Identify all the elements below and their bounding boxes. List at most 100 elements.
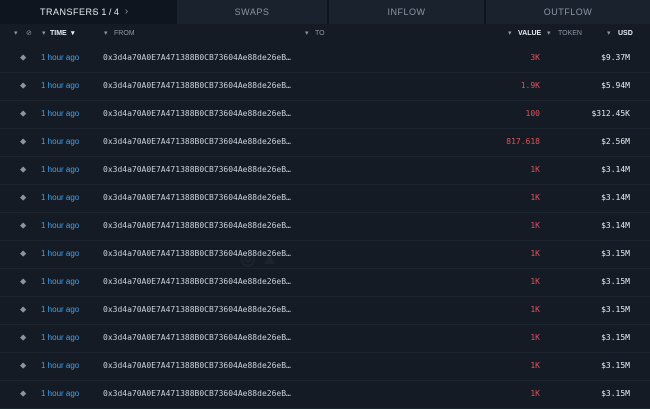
- chevron-left-icon[interactable]: ‹: [92, 0, 95, 24]
- table-row[interactable]: ⬥ 1 hour ago 0x3d4a70A0E7A471388B0CB73604A…: [0, 128, 650, 157]
- table-row[interactable]: ⬥ 1 hour ago 0x3d4a70A0E7A471388B0CB73604A…: [0, 100, 650, 129]
- sort-desc-icon[interactable]: ▾: [71, 24, 75, 43]
- usd-amount: $3.15M: [601, 361, 630, 370]
- table-row[interactable]: ⬥ 1 hour ago 0x3d4a70A0E7A471388B0CB73604A…: [0, 324, 650, 353]
- usd-amount: $2.56M: [601, 137, 630, 146]
- eth-diamond-icon: ⬥: [20, 221, 27, 231]
- value-amount: 1K: [530, 305, 540, 314]
- value-amount: 3K: [530, 53, 540, 62]
- value-amount: 1K: [530, 333, 540, 342]
- usd-amount: $312.45K: [591, 109, 630, 118]
- usd-amount: $3.15M: [601, 305, 630, 314]
- column-time[interactable]: TIME: [50, 24, 67, 43]
- table-row[interactable]: ⬥ 1 hour ago 0x3d4a70A0E7A471388B0CB73604A…: [0, 296, 650, 325]
- column-from[interactable]: FROM: [114, 24, 135, 43]
- from-address[interactable]: 0x3d4a70A0E7A471388B0CB73604Ae88de26eB…: [103, 268, 297, 296]
- usd-amount: $3.15M: [601, 389, 630, 398]
- table-header: ▾ ⊘ ▾ TIME ▾ ▾ FROM ▾ TO ▾ VALUE ▾ TOKEN…: [0, 24, 650, 43]
- usd-amount: $5.94M: [601, 81, 630, 90]
- eth-diamond-icon: ⬥: [20, 361, 27, 371]
- value-filter-icon[interactable]: ▾: [508, 24, 512, 43]
- from-address[interactable]: 0x3d4a70A0E7A471388B0CB73604Ae88de26eB…: [103, 380, 297, 408]
- eth-diamond-icon: ⬥: [20, 53, 27, 63]
- tab-bar: TRANSFERS ‹ 1 / 4 › SWAPS INFLOW OUTFLOW: [0, 0, 650, 24]
- eth-diamond-icon: ⬥: [20, 389, 27, 399]
- usd-amount: $3.15M: [601, 277, 630, 286]
- pagination: ‹ 1 / 4 ›: [92, 0, 128, 24]
- value-amount: 1K: [530, 389, 540, 398]
- table-row[interactable]: ⬥ 1 hour ago 0x3d4a70A0E7A471388B0CB73604A…: [0, 72, 650, 101]
- chevron-right-icon[interactable]: ›: [125, 0, 128, 24]
- eth-diamond-icon: ⬥: [20, 305, 27, 315]
- value-amount: 1K: [530, 277, 540, 286]
- from-address[interactable]: 0x3d4a70A0E7A471388B0CB73604Ae88de26eB…: [103, 212, 297, 240]
- table-row[interactable]: ⬥ 1 hour ago 0x3d4a70A0E7A471388B0CB73604A…: [0, 352, 650, 381]
- table-row[interactable]: ⬥ 1 hour ago 0x3d4a70A0E7A471388B0CB73604A…: [0, 240, 650, 269]
- eth-diamond-icon: ⬥: [20, 277, 27, 287]
- eth-diamond-icon: ⬥: [20, 81, 27, 91]
- filter-icon[interactable]: ▾: [14, 24, 18, 43]
- time-filter-icon[interactable]: ▾: [42, 24, 46, 43]
- from-address[interactable]: 0x3d4a70A0E7A471388B0CB73604Ae88de26eB…: [103, 100, 297, 128]
- token-filter-icon[interactable]: ▾: [547, 24, 551, 43]
- usd-amount: $3.14M: [601, 221, 630, 230]
- time-link[interactable]: 1 hour ago: [41, 100, 79, 128]
- time-link[interactable]: 1 hour ago: [41, 128, 79, 156]
- table-row[interactable]: ⬥ 1 hour ago 0x3d4a70A0E7A471388B0CB73604A…: [0, 156, 650, 185]
- tab-transfers[interactable]: TRANSFERS: [40, 0, 99, 24]
- watermark-logo: ◎ ▲: [240, 248, 279, 269]
- table-row[interactable]: ⬥ 1 hour ago 0x3d4a70A0E7A471388B0CB73604A…: [0, 184, 650, 213]
- time-link[interactable]: 1 hour ago: [41, 44, 79, 72]
- from-address[interactable]: 0x3d4a70A0E7A471388B0CB73604Ae88de26eB…: [103, 296, 297, 324]
- from-address[interactable]: 0x3d4a70A0E7A471388B0CB73604Ae88de26eB…: [103, 156, 297, 184]
- usd-amount: $3.15M: [601, 333, 630, 342]
- time-link[interactable]: 1 hour ago: [41, 72, 79, 100]
- column-to[interactable]: TO: [315, 24, 325, 43]
- table-row[interactable]: ⬥ 1 hour ago 0x3d4a70A0E7A471388B0CB73604A…: [0, 268, 650, 297]
- from-address[interactable]: 0x3d4a70A0E7A471388B0CB73604Ae88de26eB…: [103, 324, 297, 352]
- column-usd[interactable]: USD: [618, 24, 633, 43]
- time-link[interactable]: 1 hour ago: [41, 352, 79, 380]
- page-indicator: 1 / 4: [101, 7, 119, 17]
- usd-amount: $3.14M: [601, 165, 630, 174]
- tab-inflow[interactable]: INFLOW: [329, 0, 484, 24]
- time-link[interactable]: 1 hour ago: [41, 296, 79, 324]
- time-link[interactable]: 1 hour ago: [41, 184, 79, 212]
- time-link[interactable]: 1 hour ago: [41, 240, 79, 268]
- usd-amount: $3.15M: [601, 249, 630, 258]
- from-address[interactable]: 0x3d4a70A0E7A471388B0CB73604Ae88de26eB…: [103, 352, 297, 380]
- column-value[interactable]: VALUE: [518, 24, 541, 43]
- value-amount: 1K: [530, 249, 540, 258]
- time-link[interactable]: 1 hour ago: [41, 212, 79, 240]
- value-amount: 1K: [530, 165, 540, 174]
- column-token[interactable]: TOKEN: [558, 24, 582, 43]
- time-link[interactable]: 1 hour ago: [41, 156, 79, 184]
- eth-diamond-icon: ⬥: [20, 249, 27, 259]
- from-address[interactable]: 0x3d4a70A0E7A471388B0CB73604Ae88de26eB…: [103, 184, 297, 212]
- table-row[interactable]: ⬥ 1 hour ago 0x3d4a70A0E7A471388B0CB73604A…: [0, 380, 650, 409]
- from-address[interactable]: 0x3d4a70A0E7A471388B0CB73604Ae88de26eB…: [103, 128, 297, 156]
- time-link[interactable]: 1 hour ago: [41, 380, 79, 408]
- from-address[interactable]: 0x3d4a70A0E7A471388B0CB73604Ae88de26eB…: [103, 72, 297, 100]
- value-amount: 817.618: [506, 137, 540, 146]
- value-amount: 1K: [530, 193, 540, 202]
- eth-diamond-icon: ⬥: [20, 193, 27, 203]
- eth-diamond-icon: ⬥: [20, 109, 27, 119]
- from-filter-icon[interactable]: ▾: [104, 24, 108, 43]
- link-icon[interactable]: ⊘: [26, 24, 32, 43]
- time-link[interactable]: 1 hour ago: [41, 268, 79, 296]
- usd-amount: $3.14M: [601, 193, 630, 202]
- tab-outflow[interactable]: OUTFLOW: [486, 0, 650, 24]
- table-row[interactable]: ⬥ 1 hour ago 0x3d4a70A0E7A471388B0CB73604A…: [0, 212, 650, 241]
- eth-diamond-icon: ⬥: [20, 137, 27, 147]
- value-amount: 100: [525, 109, 540, 118]
- value-amount: 1K: [530, 221, 540, 230]
- from-address[interactable]: 0x3d4a70A0E7A471388B0CB73604Ae88de26eB…: [103, 44, 297, 72]
- tab-swaps[interactable]: SWAPS: [177, 0, 327, 24]
- time-link[interactable]: 1 hour ago: [41, 324, 79, 352]
- eth-diamond-icon: ⬥: [20, 165, 27, 175]
- table-row[interactable]: ⬥ 1 hour ago 0x3d4a70A0E7A471388B0CB73604A…: [0, 44, 650, 73]
- usd-amount: $9.37M: [601, 53, 630, 62]
- usd-filter-icon[interactable]: ▾: [607, 24, 611, 43]
- to-filter-icon[interactable]: ▾: [305, 24, 309, 43]
